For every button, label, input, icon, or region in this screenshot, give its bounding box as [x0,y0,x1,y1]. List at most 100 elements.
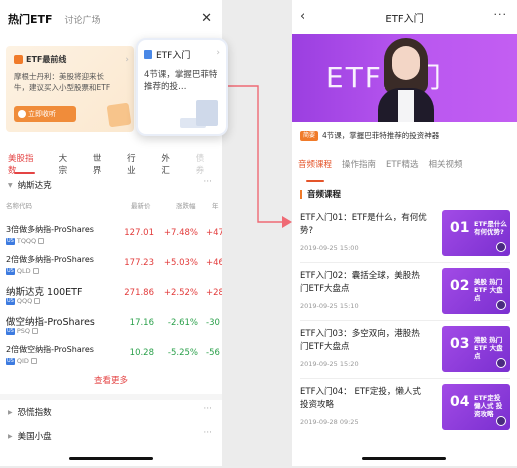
presenter-photo [378,38,434,122]
right-header: ‹ ETF入门 ··· [292,0,517,34]
tab-audio[interactable]: 音频课程 [298,158,332,182]
col-year: 年 [212,202,219,210]
back-icon[interactable]: ‹ [300,9,305,24]
audio-icon [496,416,506,426]
banner-text: 摩根士丹利：美股将迎来长牛，建议买入小型股票和ETF [14,72,111,92]
arrow-line [228,85,282,223]
row-name: 3倍做多纳指-ProShares [6,225,94,234]
row-name: 做空纳指-ProShares [6,317,95,328]
tab-industry[interactable]: 行业 [127,152,143,176]
tab-commodity[interactable]: 大宗 [59,152,75,176]
chevron-right-icon: › [125,55,129,65]
bookmark-icon [14,55,23,64]
banner-tag: ETF最前线 [14,54,126,65]
tab-us-index[interactable]: 美股指数 [8,152,41,176]
lesson-item[interactable]: ETF入门03：多空双向，港股热门ETF大盘点 2019-09-25 15:20… [292,326,517,382]
thumb-number: 04 [450,394,470,410]
tab-discussion[interactable]: 讨论广场 [65,13,101,26]
thumb-number: 03 [450,336,470,352]
lesson-item[interactable]: ETF入门01：ETF是什么，有何优势? 2019-09-25 15:00 01… [292,210,517,266]
more-icon[interactable]: ··· [203,177,212,187]
section-nasdaq[interactable]: ▼ 纳斯达克 ··· [0,175,222,195]
divider [300,378,510,379]
accent-bar [300,189,302,199]
lesson-date: 2019-09-25 15:20 [300,360,359,368]
row-code: US PSQ [6,327,39,335]
row-code: US QQQ [6,297,41,305]
more-icon[interactable]: ··· [203,428,212,438]
lesson-title: ETF入门01：ETF是什么，有何优势? [300,213,427,236]
tab-forex[interactable]: 外汇 [161,152,177,176]
play-icon [18,110,26,118]
etf-frontline-banner[interactable]: ETF最前线 摩根士丹利：美股将迎来长牛，建议买入小型股票和ETF 立即收听 › [6,46,134,132]
close-icon[interactable]: ✕ [201,11,212,26]
col-change: 涨跌幅 [176,202,196,210]
section-us-smallcap[interactable]: ▶ 美国小盘 ··· [0,426,222,446]
tab-bond[interactable]: 债券 [196,152,212,176]
row-price: 271.86 [124,288,154,298]
lesson-thumbnail: 01 ETF是什么 有何优势? [442,210,510,256]
home-indicator [362,457,446,460]
tab-guide[interactable]: 操作指南 [342,158,376,178]
row-name: 2倍做多纳指-ProShares [6,255,94,264]
row-name: 纳斯达克 100ETF [6,287,83,298]
tab-videos[interactable]: 相关视频 [428,158,462,178]
more-icon[interactable]: ··· [203,404,212,414]
listen-button[interactable]: 立即收听 [14,106,76,122]
illustration [196,100,218,126]
lesson-thumbnail: 02 美股 热门ETF 大盘点 [442,268,510,314]
page-title: ETF入门 [385,13,424,25]
row-price: 17.16 [129,318,154,328]
show-more-link[interactable]: 查看更多 [0,374,222,386]
card-text: 4节课，掌握巴菲特推荐的投… [144,70,218,92]
lesson-item[interactable]: ETF入门02：囊括全球，美股热门ETF大盘点 2019-09-25 15:10… [292,268,517,324]
triangle-down-icon: ▼ [8,181,13,189]
thumb-number: 02 [450,278,470,294]
table-row[interactable]: 2倍做多纳指-ProShares US QLD 177.23 +5.03% +46 [0,252,222,282]
etf-intro-card[interactable]: ETF入门 › 4节课，掌握巴菲特推荐的投… [136,38,228,136]
section-fear-index[interactable]: ▶ 恐慌指数 ··· [0,402,222,422]
home-indicator [69,457,153,460]
divider [0,394,222,400]
audio-icon [496,358,506,368]
row-change: +2.52% [163,288,198,298]
row-code: US QID [6,357,37,365]
thumb-caption: ETF是什么 有何优势? [474,220,507,236]
section-smallcap-label: 美国小盘 [17,432,52,442]
table-row[interactable]: 纳斯达克 100ETF US QQQ 271.86 +2.52% +28 [0,282,222,312]
row-year: -30 [206,318,220,328]
thumb-caption: 港股 热门ETF 大盘点 [474,336,503,360]
triangle-right-icon: ▶ [8,408,13,416]
more-icon[interactable]: ··· [494,8,508,21]
tab-world[interactable]: 世界 [93,152,109,176]
lesson-item[interactable]: ETF入门04： ETF定投，懒人式投资攻略 2019-09-28 09:25 … [292,384,517,440]
hero-banner: ETF入门 [292,34,517,122]
row-name: 2倍做空纳指-ProShares [6,345,94,354]
tab-etf-picks[interactable]: ETF精选 [386,158,418,178]
thumb-caption: ETF定投 懒人式 投资攻略 [474,394,503,418]
course-tabs: 音频课程 操作指南 ETF精选 相关视频 [292,158,517,182]
lesson-title: ETF入门04： ETF定投，懒人式投资攻略 [300,387,421,410]
table-row[interactable]: 做空纳指-ProShares US PSQ 17.16 -2.61% -30 [0,312,222,342]
lesson-date: 2019-09-25 15:00 [300,244,359,252]
section-label: 音频课程 [307,190,342,200]
section-fear-label: 恐慌指数 [17,408,52,418]
lesson-date: 2019-09-25 15:10 [300,302,359,310]
row-price: 177.23 [124,258,154,268]
col-price: 最新价 [131,202,151,210]
thumb-caption: 美股 热门ETF 大盘点 [474,278,503,302]
listen-button-label: 立即收听 [28,110,56,118]
row-change: +5.03% [163,258,198,268]
lesson-thumbnail: 03 港股 热门ETF 大盘点 [442,326,510,372]
table-row[interactable]: 3倍做多纳指-ProShares US TQQQ 127.01 +7.48% +4… [0,222,222,252]
row-year: +46 [206,258,222,268]
row-change: +7.48% [163,228,198,238]
row-year: +28 [206,288,222,298]
table-row[interactable]: 2倍做空纳指-ProShares US QID 10.28 -5.25% -56 [0,342,222,372]
illustration [106,102,132,128]
audio-icon [496,242,506,252]
thumb-number: 01 [450,220,470,236]
divider [300,262,510,263]
triangle-right-icon: ▶ [8,432,13,440]
page-title: 热门ETF [8,13,53,26]
